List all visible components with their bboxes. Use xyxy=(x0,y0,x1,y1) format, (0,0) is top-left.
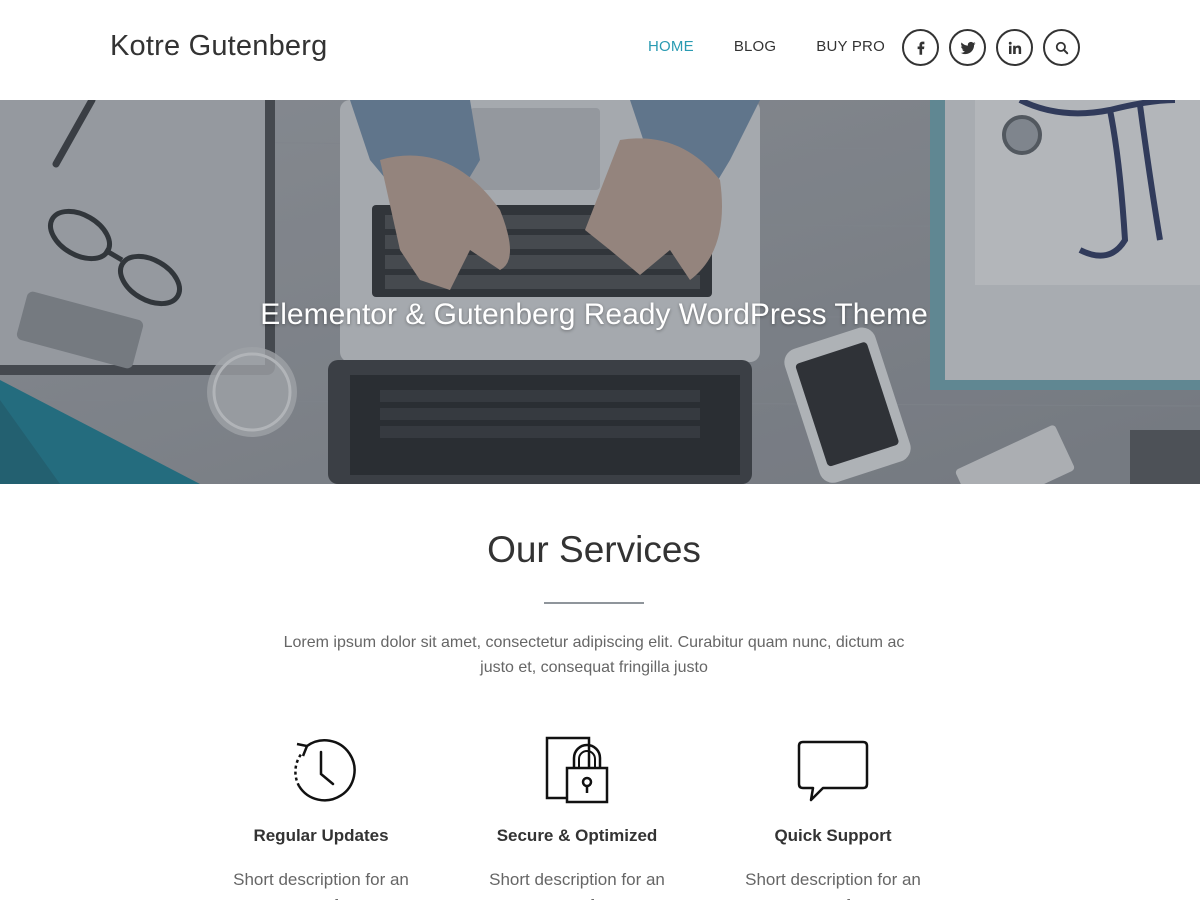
main-nav: HOME BLOG BUY PRO xyxy=(648,38,925,55)
linkedin-icon xyxy=(1008,41,1021,54)
service-description: Short description for an awesome feature xyxy=(233,870,409,900)
nav-home[interactable]: HOME xyxy=(648,38,694,55)
services-section: Our Services Lorem ipsum dolor sit amet,… xyxy=(0,484,1200,900)
site-header: Kotre Gutenberg HOME BLOG BUY PRO xyxy=(0,0,1200,100)
history-icon xyxy=(294,739,356,802)
section-divider xyxy=(544,602,644,604)
facebook-icon xyxy=(917,41,924,55)
lock-icon xyxy=(545,736,609,804)
site-title[interactable]: Kotre Gutenberg xyxy=(110,30,327,63)
facebook-button[interactable] xyxy=(902,29,939,66)
service-card-support: Quick Support Short description for an a… xyxy=(723,734,943,900)
search-icon xyxy=(1055,41,1068,54)
twitter-icon xyxy=(960,41,975,54)
service-description: Short description for an awesome feature xyxy=(745,870,921,900)
nav-buy-pro[interactable]: BUY PRO xyxy=(816,38,885,55)
hero-background-image xyxy=(0,100,1200,484)
service-title: Quick Support xyxy=(774,826,892,845)
hero-banner: Elementor & Gutenberg Ready WordPress Th… xyxy=(0,100,1200,484)
services-description: Lorem ipsum dolor sit amet, consectetur … xyxy=(283,634,905,676)
service-card-secure: Secure & Optimized Short description for… xyxy=(467,734,687,900)
search-button[interactable] xyxy=(1043,29,1080,66)
linkedin-button[interactable] xyxy=(996,29,1033,66)
twitter-button[interactable] xyxy=(949,29,986,66)
nav-blog[interactable]: BLOG xyxy=(734,38,776,55)
service-description: Short description for an awesome feature xyxy=(489,870,665,900)
speech-bubble-icon xyxy=(797,740,869,802)
social-links xyxy=(902,29,1080,66)
hero-title: Elementor & Gutenberg Ready WordPress Th… xyxy=(260,298,928,331)
services-title: Our Services xyxy=(487,529,701,570)
service-title: Secure & Optimized xyxy=(496,826,658,845)
service-card-updates: Regular Updates Short description for an… xyxy=(211,734,431,900)
service-title: Regular Updates xyxy=(253,826,389,845)
